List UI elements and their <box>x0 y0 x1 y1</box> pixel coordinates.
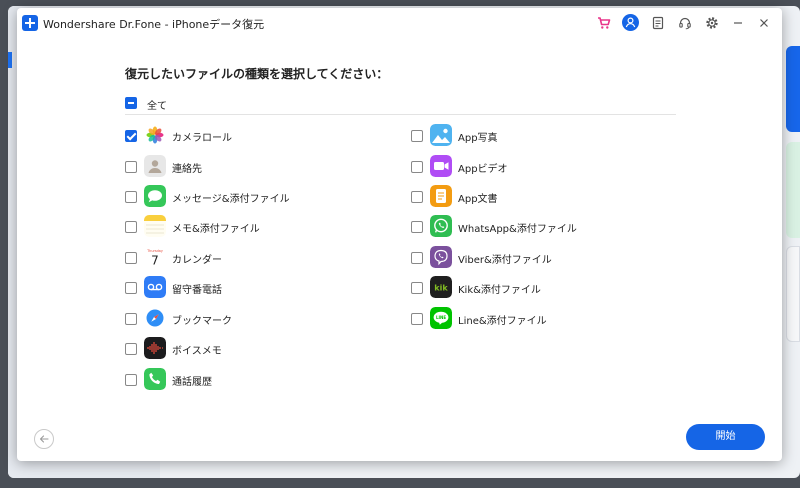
app-photo-icon <box>430 124 452 146</box>
item-voicemail[interactable]: 留守番電話 <box>125 276 385 300</box>
item-label: カメラロール <box>172 133 232 144</box>
background-panel-gray <box>786 246 800 342</box>
calendar-day: 7 <box>151 254 159 268</box>
item-label: ブックマーク <box>172 316 232 327</box>
item-app-photos[interactable]: App写真 <box>411 124 671 148</box>
item-checkbox[interactable] <box>125 130 137 142</box>
gear-icon[interactable] <box>705 16 719 30</box>
minimize-icon[interactable] <box>731 16 745 30</box>
headset-icon[interactable] <box>678 16 692 30</box>
window-title: Wondershare Dr.Fone - iPhoneデータ復元 <box>43 18 265 31</box>
item-label: WhatsApp&添付ファイル <box>458 224 577 235</box>
item-checkbox[interactable] <box>411 221 423 233</box>
item-call-history[interactable]: 通話履歴 <box>125 368 385 392</box>
item-label: Appビデオ <box>458 164 508 175</box>
item-checkbox[interactable] <box>411 313 423 325</box>
item-label: Kik&添付ファイル <box>458 285 541 296</box>
item-label: Line&添付ファイル <box>458 316 547 327</box>
calendar-day-name: Thursday <box>146 249 163 253</box>
item-notes[interactable]: メモ&添付ファイル <box>125 215 385 239</box>
background-sidebar-marker <box>8 52 12 68</box>
notes-icon[interactable] <box>651 16 665 30</box>
close-icon[interactable] <box>757 16 771 30</box>
item-checkbox[interactable] <box>125 221 137 233</box>
avatar-icon[interactable] <box>622 14 639 31</box>
item-checkbox[interactable] <box>411 161 423 173</box>
select-all-checkbox[interactable] <box>125 97 137 109</box>
item-contacts[interactable]: 連絡先 <box>125 155 385 179</box>
notes-app-icon <box>144 215 166 237</box>
item-label: メッセージ&添付ファイル <box>172 194 290 205</box>
item-label: App文書 <box>458 194 498 205</box>
safari-icon <box>144 307 166 329</box>
item-bookmarks[interactable]: ブックマーク <box>125 307 385 331</box>
item-label: App写真 <box>458 133 498 144</box>
item-app-videos[interactable]: Appビデオ <box>411 155 671 179</box>
voice-memo-icon <box>144 337 166 359</box>
item-label: Viber&添付ファイル <box>458 255 552 266</box>
item-camera-roll[interactable]: カメラロール <box>125 124 385 148</box>
voicemail-icon <box>144 276 166 298</box>
item-checkbox[interactable] <box>125 282 137 294</box>
item-label: 通話履歴 <box>172 377 212 388</box>
item-checkbox[interactable] <box>125 313 137 325</box>
item-messages[interactable]: メッセージ&添付ファイル <box>125 185 385 209</box>
item-label: メモ&添付ファイル <box>172 224 260 235</box>
page-heading: 復元したいファイルの種類を選択してください： <box>125 67 389 81</box>
item-checkbox[interactable] <box>125 191 137 203</box>
start-button[interactable]: 開始 <box>686 424 765 450</box>
photos-icon <box>144 124 166 146</box>
item-line[interactable]: LINE Line&添付ファイル <box>411 307 671 331</box>
phone-icon <box>144 368 166 390</box>
app-video-icon <box>430 155 452 177</box>
item-viber[interactable]: Viber&添付ファイル <box>411 246 671 270</box>
arrow-left-icon <box>39 435 49 443</box>
background-panel-green <box>786 142 800 238</box>
item-checkbox[interactable] <box>411 130 423 142</box>
item-kik[interactable]: kik Kik&添付ファイル <box>411 276 671 300</box>
item-checkbox[interactable] <box>411 252 423 264</box>
calendar-icon: Thursday 7 <box>144 246 166 268</box>
item-label: 連絡先 <box>172 164 202 175</box>
viber-icon <box>430 246 452 268</box>
contacts-icon <box>144 155 166 177</box>
line-icon: LINE <box>430 307 452 329</box>
kik-logo-text: kik <box>434 284 448 293</box>
title-bar: Wondershare Dr.Fone - iPhoneデータ復元 <box>17 8 782 38</box>
item-whatsapp[interactable]: WhatsApp&添付ファイル <box>411 215 671 239</box>
item-app-documents[interactable]: App文書 <box>411 185 671 209</box>
item-checkbox[interactable] <box>125 374 137 386</box>
item-checkbox[interactable] <box>125 161 137 173</box>
app-document-icon <box>430 185 452 207</box>
item-label: カレンダー <box>172 255 222 266</box>
line-logo-text: LINE <box>436 315 446 320</box>
cart-icon[interactable] <box>597 16 611 30</box>
select-all-label[interactable]: 全て <box>147 97 167 112</box>
drfone-logo-icon <box>22 15 38 31</box>
background-panel-blue <box>786 46 800 132</box>
whatsapp-icon <box>430 215 452 237</box>
recovery-dialog: Wondershare Dr.Fone - iPhoneデータ復元 復元したいフ… <box>17 8 782 461</box>
item-voice-memos[interactable]: ボイスメモ <box>125 337 385 361</box>
kik-icon: kik <box>430 276 452 298</box>
item-checkbox[interactable] <box>411 282 423 294</box>
item-checkbox[interactable] <box>411 191 423 203</box>
item-label: 留守番電話 <box>172 285 222 296</box>
back-button[interactable] <box>34 429 54 449</box>
divider <box>125 114 676 115</box>
messages-icon <box>144 185 166 207</box>
item-calendar[interactable]: Thursday 7 カレンダー <box>125 246 385 270</box>
item-checkbox[interactable] <box>125 343 137 355</box>
item-label: ボイスメモ <box>172 346 222 357</box>
item-checkbox[interactable] <box>125 252 137 264</box>
